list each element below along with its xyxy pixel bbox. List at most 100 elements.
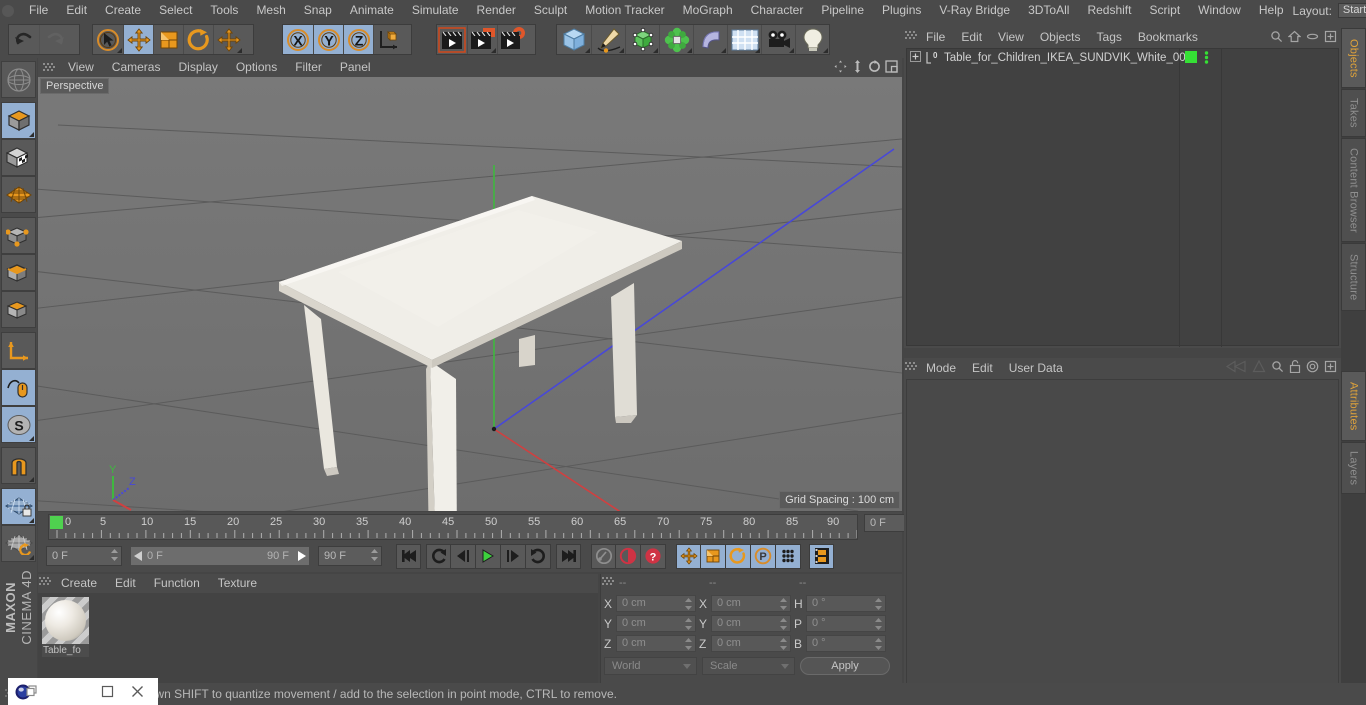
viewport-menu-view[interactable]: View — [59, 58, 103, 77]
z-axis-icon[interactable]: Z — [343, 25, 373, 54]
coord-input-size-x[interactable]: 0 cm — [711, 595, 791, 612]
material-item[interactable]: Table_fo — [42, 597, 89, 659]
coord-input-pos-x[interactable]: 0 cm — [616, 595, 696, 612]
object-tree[interactable]: 0 Table_for_Children_IKEA_SUNDVIK_White_… — [906, 48, 1339, 347]
tab-content-browser[interactable]: Content Browser — [1341, 138, 1366, 242]
viewport-menu-display[interactable]: Display — [169, 58, 226, 77]
menu-tools[interactable]: Tools — [201, 0, 247, 21]
apply-button[interactable]: Apply — [800, 657, 890, 675]
axis-mode-icon[interactable] — [1, 332, 36, 369]
render-picture-viewer-icon[interactable] — [467, 25, 497, 54]
preview-range-bar[interactable]: 0 F 90 F — [130, 546, 310, 566]
current-frame-input[interactable]: 0 F — [46, 546, 122, 566]
object-menu-view[interactable]: View — [990, 28, 1032, 47]
key-scale-icon[interactable] — [701, 543, 726, 569]
coord-input-pos-y[interactable]: 0 cm — [616, 615, 696, 632]
menu-redshift[interactable]: Redshift — [1078, 0, 1140, 21]
back-nav-icon[interactable] — [1225, 360, 1247, 376]
material-menu-create[interactable]: Create — [52, 574, 106, 593]
stepper-icon[interactable] — [780, 638, 787, 650]
tab-takes[interactable]: Takes — [1341, 89, 1366, 137]
end-frame-input[interactable]: 90 F — [318, 546, 382, 566]
menu-help[interactable]: Help — [1250, 0, 1293, 21]
menu-render[interactable]: Render — [468, 0, 525, 21]
timeline-ruler[interactable]: 0 5 10 15 20 25 30 35 40 45 50 55 60 65 … — [48, 514, 858, 540]
menu-character[interactable]: Character — [742, 0, 813, 21]
generator-nurbs-icon[interactable] — [625, 25, 659, 54]
stepper-icon[interactable] — [685, 638, 692, 650]
key-rotation-icon[interactable] — [726, 543, 751, 569]
expand-icon[interactable] — [1324, 30, 1337, 46]
menu-pipeline[interactable]: Pipeline — [812, 0, 873, 21]
menu-edit[interactable]: Edit — [57, 0, 96, 21]
overlay-close-button[interactable] — [122, 678, 152, 705]
move-icon[interactable] — [123, 25, 153, 54]
stepper-icon[interactable] — [875, 638, 882, 650]
object-menu-bookmarks[interactable]: Bookmarks — [1130, 28, 1206, 47]
coord-input-size-y[interactable]: 0 cm — [711, 615, 791, 632]
step-forward-icon[interactable] — [501, 543, 526, 569]
attributes-menu-mode[interactable]: Mode — [918, 358, 964, 378]
coord-system-select[interactable]: World — [604, 657, 697, 675]
menu-sculpt[interactable]: Sculpt — [525, 0, 576, 21]
menu-script[interactable]: Script — [1140, 0, 1189, 21]
object-row[interactable]: 0 Table_for_Children_IKEA_SUNDVIK_White_… — [907, 49, 1338, 66]
camera-icon[interactable] — [761, 25, 795, 54]
key-position-icon[interactable] — [676, 543, 701, 569]
ellipse-icon[interactable] — [1306, 30, 1319, 46]
step-back-icon[interactable] — [451, 543, 476, 569]
keyframe-selection-icon[interactable]: ? — [641, 543, 666, 569]
record-key-disabled-icon[interactable] — [591, 543, 616, 569]
zoom-icon[interactable] — [851, 59, 864, 76]
expand-icon[interactable] — [1324, 360, 1337, 376]
coord-input-rot-p[interactable]: 0 ° — [806, 615, 886, 632]
rotate-icon[interactable] — [183, 25, 213, 54]
go-to-start-icon[interactable] — [396, 543, 421, 569]
model-mode-icon[interactable] — [1, 102, 36, 139]
panel-grip-icon[interactable] — [904, 361, 918, 376]
viewport-3d[interactable]: Perspective Grid Spacing : 100 cm Y Z — [38, 77, 902, 511]
menu-vray-bridge[interactable]: V-Ray Bridge — [930, 0, 1019, 21]
viewport-menu-panel[interactable]: Panel — [331, 58, 380, 77]
mograph-cloner-icon[interactable] — [659, 25, 693, 54]
workplane-icon[interactable] — [1, 61, 36, 98]
current-frame-marker[interactable] — [50, 516, 63, 529]
menu-select[interactable]: Select — [150, 0, 201, 21]
play-forward-loop-icon[interactable] — [526, 543, 551, 569]
material-tag-icon[interactable] — [1185, 51, 1197, 63]
key-param-icon[interactable]: P — [751, 543, 776, 569]
viewport-menu-filter[interactable]: Filter — [286, 58, 331, 77]
polygon-grid-icon[interactable] — [1, 176, 36, 213]
coord-input-rot-h[interactable]: 0 ° — [806, 595, 886, 612]
menu-3dtoall[interactable]: 3DToAll — [1019, 0, 1078, 21]
go-to-end-icon[interactable] — [556, 543, 581, 569]
autokey-icon[interactable] — [616, 543, 641, 569]
spline-pen-icon[interactable] — [591, 25, 625, 54]
object-menu-tags[interactable]: Tags — [1089, 28, 1130, 47]
panel-grip-icon[interactable] — [42, 62, 56, 74]
layout-select[interactable]: Startup — [1337, 3, 1366, 18]
x-axis-icon[interactable]: X — [283, 25, 313, 54]
panel-grip-icon[interactable] — [601, 576, 615, 591]
move-alt-icon[interactable] — [213, 25, 243, 54]
scale-icon[interactable] — [153, 25, 183, 54]
coord-input-pos-z[interactable]: 0 cm — [616, 635, 696, 652]
forward-nav-icon[interactable] — [1252, 359, 1266, 376]
light-icon[interactable] — [795, 25, 829, 54]
cube-primitive-icon[interactable] — [557, 25, 591, 54]
object-menu-objects[interactable]: Objects — [1032, 28, 1089, 47]
tab-attributes[interactable]: Attributes — [1341, 371, 1366, 441]
material-thumbnail[interactable] — [42, 597, 89, 644]
menu-snap[interactable]: Snap — [295, 0, 341, 21]
scene-floor-icon[interactable] — [727, 25, 761, 54]
object-menu-edit[interactable]: Edit — [953, 28, 990, 47]
stepper-icon[interactable] — [780, 618, 787, 630]
render-view-icon[interactable] — [437, 25, 467, 54]
lock-workplane-icon[interactable] — [1, 488, 36, 525]
rotate-view-icon[interactable] — [868, 59, 881, 76]
stepper-icon[interactable] — [875, 618, 882, 630]
polygons-mode-icon[interactable] — [1, 291, 36, 328]
target-icon[interactable] — [1306, 360, 1319, 376]
menu-motion-tracker[interactable]: Motion Tracker — [576, 0, 673, 21]
stepper-icon[interactable] — [371, 549, 378, 561]
